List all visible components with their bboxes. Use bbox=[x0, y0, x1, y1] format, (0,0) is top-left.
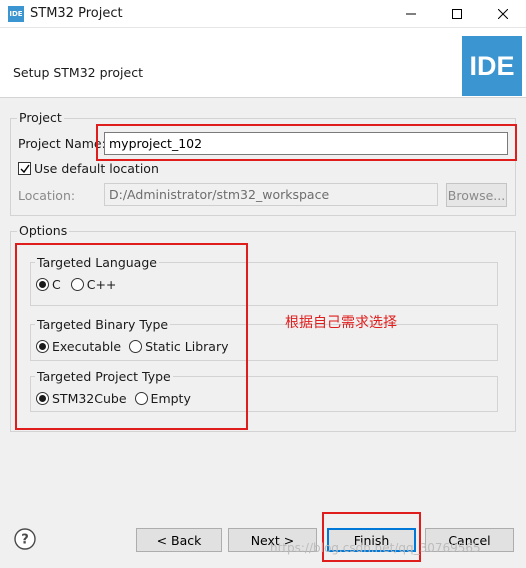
help-icon[interactable]: ? bbox=[14, 528, 36, 550]
location-input: D:/Administrator/stm32_workspace bbox=[104, 183, 438, 206]
annotation-box-project-name bbox=[96, 124, 517, 161]
maximize-icon bbox=[452, 9, 462, 19]
svg-text:?: ? bbox=[21, 533, 29, 548]
annotation-note: 根据自己需求选择 bbox=[285, 315, 397, 331]
title-bar: IDE STM32 Project bbox=[0, 0, 526, 28]
watermark: https://blog.csdn.net/qq_30769565 bbox=[270, 541, 481, 555]
ide-logo: IDE bbox=[462, 36, 522, 96]
location-value: D:/Administrator/stm32_workspace bbox=[109, 187, 330, 202]
close-button[interactable] bbox=[480, 0, 526, 28]
minimize-icon bbox=[406, 13, 416, 15]
checkmark-icon bbox=[20, 164, 30, 173]
wizard-title: Setup STM32 project bbox=[13, 65, 143, 80]
use-default-location-label: Use default location bbox=[34, 161, 159, 176]
location-label: Location: bbox=[18, 188, 76, 203]
minimize-button[interactable] bbox=[388, 0, 434, 28]
back-button[interactable]: < Back bbox=[136, 528, 222, 552]
window-title: STM32 Project bbox=[30, 6, 123, 21]
project-group-label: Project bbox=[17, 110, 64, 125]
close-icon bbox=[498, 9, 508, 19]
maximize-button[interactable] bbox=[434, 0, 480, 28]
options-group-label: Options bbox=[17, 223, 70, 238]
annotation-box-options bbox=[15, 243, 248, 430]
app-icon: IDE bbox=[8, 6, 24, 22]
project-name-label: Project Name: bbox=[18, 136, 106, 151]
use-default-location-checkbox[interactable] bbox=[18, 162, 31, 175]
browse-button: Browse... bbox=[446, 183, 507, 207]
wizard-header bbox=[0, 28, 526, 98]
